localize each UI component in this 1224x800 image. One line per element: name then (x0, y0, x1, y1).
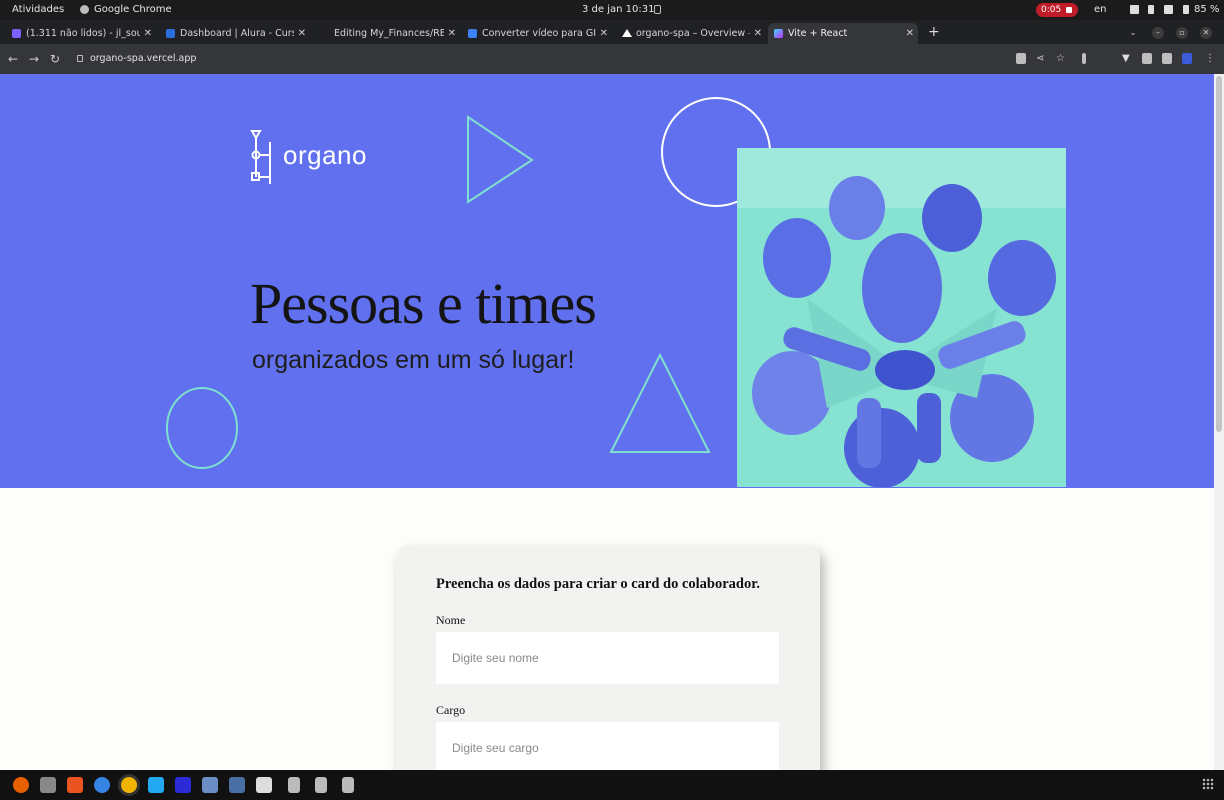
scrollbar-thumb[interactable] (1216, 76, 1222, 432)
close-tab-icon[interactable]: ✕ (754, 23, 762, 44)
tab-converter[interactable]: Converter vídeo para GIF ✕ (462, 23, 612, 44)
hero-title: Pessoas e times (250, 271, 597, 336)
url-text: organo-spa.vercel.app (90, 53, 197, 64)
github-icon (320, 29, 329, 38)
back-icon[interactable]: ← (8, 52, 18, 66)
phone-icon[interactable] (1148, 5, 1154, 14)
close-tab-icon[interactable]: ✕ (448, 23, 456, 44)
name-input[interactable] (436, 632, 779, 684)
firefox-icon[interactable] (13, 777, 29, 793)
alura-icon (166, 29, 175, 38)
battery-icon[interactable] (1183, 5, 1189, 14)
terminal-icon[interactable] (175, 777, 191, 793)
collaborator-form-card: Preencha os dados para criar o card do c… (396, 546, 820, 770)
vite-icon (774, 29, 783, 38)
tab-alura[interactable]: Dashboard | Alura - Cursos ✕ (160, 23, 310, 44)
close-tab-icon[interactable]: ✕ (144, 23, 152, 44)
code-icon[interactable] (229, 777, 245, 793)
close-tab-icon[interactable]: ✕ (298, 23, 306, 44)
drive-icon[interactable] (288, 777, 300, 793)
drive-icon[interactable] (315, 777, 327, 793)
help-icon[interactable] (94, 777, 110, 793)
wifi-icon[interactable] (1130, 5, 1139, 14)
converter-icon (468, 29, 477, 38)
software-icon[interactable] (67, 777, 83, 793)
files-icon[interactable] (40, 777, 56, 793)
trash-icon[interactable] (342, 777, 354, 793)
tab-vite-react[interactable]: Vite + React ✕ (768, 23, 918, 44)
form-title: Preencha os dados para criar o card do c… (436, 576, 760, 592)
shield-icon[interactable] (256, 777, 272, 793)
vite-extension-icon[interactable]: ▼ (1122, 53, 1132, 64)
chrome-icon[interactable] (121, 777, 137, 793)
bookmark-star-icon[interactable]: ☆ (1056, 53, 1066, 64)
page-scrollbar[interactable] (1214, 74, 1224, 770)
triangle-outline-up (609, 352, 711, 453)
close-tab-icon[interactable]: ✕ (906, 23, 914, 44)
stop-icon (1066, 7, 1072, 13)
triangle-outline-right (467, 115, 534, 204)
forward-icon[interactable]: → (29, 52, 39, 66)
tab-gmail[interactable]: (1.311 não lidos) - jl_sousa ✕ (6, 23, 156, 44)
address-bar[interactable]: organo-spa.vercel.app (70, 50, 1070, 68)
circle-outline-small (166, 387, 238, 469)
system-top-bar: Atividades Google Chrome 3 de jan 10:31 … (0, 0, 1224, 20)
name-label: Nome (436, 613, 466, 627)
menu-kebab-icon[interactable]: ⋮ (1205, 53, 1215, 64)
close-tab-icon[interactable]: ✕ (600, 23, 608, 44)
hero-banner: organo Pessoas e times organizados em um… (0, 74, 1214, 488)
profile-avatar[interactable] (1182, 53, 1192, 64)
role-input[interactable] (436, 722, 779, 770)
lock-icon (77, 55, 83, 62)
logo-wordmark: organo (283, 140, 367, 170)
screen-recording-indicator[interactable]: 0:05 (1036, 3, 1078, 17)
hero-subtitle: organizados em um só lugar! (252, 346, 575, 374)
hands-together-illustration (737, 148, 1066, 487)
side-panel-icon[interactable] (1162, 53, 1172, 64)
share-icon[interactable]: ⋖ (1036, 53, 1046, 64)
notification-icon (654, 5, 661, 14)
close-icon[interactable]: ✕ (1200, 27, 1212, 39)
translate-icon[interactable] (1016, 53, 1026, 64)
organo-logo-icon (250, 130, 271, 184)
ubuntu-dock (0, 770, 1224, 800)
extensions-puzzle-icon[interactable] (1142, 53, 1152, 64)
browser-tab-strip: (1.311 não lidos) - jl_sousa ✕ Dashboard… (0, 20, 1224, 44)
new-tab-button[interactable]: + (928, 21, 940, 43)
mail-icon (12, 29, 21, 38)
clock[interactable]: 3 de jan 10:31 (582, 4, 654, 15)
activities-button[interactable]: Atividades (12, 4, 64, 15)
vscode-icon[interactable] (148, 777, 164, 793)
maximize-icon[interactable]: ▫ (1176, 27, 1188, 39)
minimize-icon[interactable]: – (1152, 27, 1164, 39)
role-label: Cargo (436, 703, 466, 717)
web-page: organo Pessoas e times organizados em um… (0, 74, 1214, 770)
tab-github[interactable]: Editing My_Finances/README ✕ (314, 23, 460, 44)
team-photo (737, 148, 1066, 487)
notes-icon[interactable] (202, 777, 218, 793)
volume-icon[interactable] (1164, 5, 1173, 14)
tab-vercel[interactable]: organo-spa – Overview – Vercel ✕ (616, 23, 766, 44)
keyboard-layout[interactable]: en (1094, 4, 1107, 15)
recording-time: 0:05 (1041, 5, 1062, 15)
chrome-icon (80, 5, 89, 14)
battery-percent: 85 % (1194, 4, 1220, 15)
vercel-icon (622, 29, 632, 37)
app-menu[interactable]: Google Chrome (94, 4, 172, 15)
reload-icon[interactable]: ↻ (50, 52, 60, 66)
show-apps-icon[interactable] (1202, 778, 1214, 790)
tab-search-icon[interactable]: ⌄ (1127, 27, 1139, 39)
download-icon[interactable] (1082, 53, 1086, 64)
